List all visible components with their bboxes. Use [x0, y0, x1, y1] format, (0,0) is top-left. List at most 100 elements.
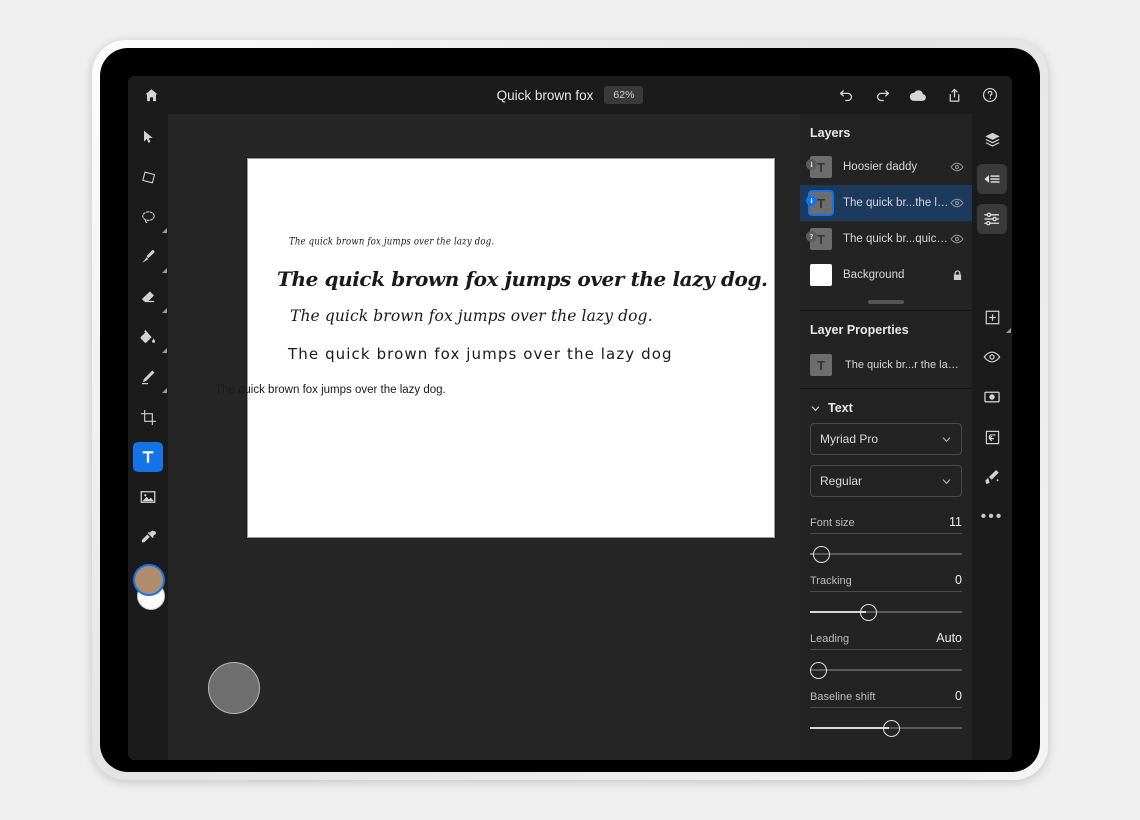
text-section-header[interactable]: Text	[800, 389, 972, 423]
lock-icon[interactable]	[951, 269, 964, 282]
tool-transform[interactable]	[133, 162, 163, 192]
submenu-corner-icon	[162, 268, 167, 273]
baseline-shift-label: Baseline shift	[810, 691, 875, 703]
brush-size-circle[interactable]	[208, 662, 260, 714]
rail-visibility[interactable]	[977, 342, 1007, 372]
color-swatches[interactable]	[131, 564, 165, 612]
slider-knob[interactable]	[860, 604, 877, 621]
paintbrush-icon	[139, 248, 157, 266]
layer-name: Background	[843, 269, 951, 281]
rail-effects[interactable]	[977, 462, 1007, 492]
share-button[interactable]	[938, 79, 970, 111]
baseline-shift-slider[interactable]	[810, 717, 962, 739]
mask-icon	[983, 388, 1001, 406]
tool-eraser[interactable]	[133, 282, 163, 312]
help-button[interactable]	[974, 79, 1006, 111]
foreground-color-swatch[interactable]	[133, 564, 165, 596]
top-bar: Quick brown fox 62%	[128, 76, 1012, 114]
tracking-label: Tracking	[810, 575, 852, 587]
layer-badge-icon: i	[806, 159, 817, 170]
font-family-select[interactable]: Myriad Pro	[810, 423, 962, 455]
document-canvas[interactable]: The quick brown fox jumps over the lazy …	[247, 158, 775, 538]
layer-thumbnail[interactable]	[810, 264, 832, 286]
tracking-slider[interactable]	[810, 601, 962, 623]
tool-select[interactable]	[133, 122, 163, 152]
rail-adjustments[interactable]	[977, 204, 1007, 234]
tool-place-image[interactable]	[133, 482, 163, 512]
slider-track	[810, 553, 962, 555]
rail-add-layer[interactable]	[977, 302, 1007, 332]
tool-eyedropper[interactable]	[133, 522, 163, 552]
right-icon-rail: •••	[972, 114, 1012, 760]
tablet-device-frame: Quick brown fox 62%	[92, 40, 1048, 780]
tool-clone-stamp[interactable]	[133, 362, 163, 392]
transform-quad-icon	[140, 169, 157, 186]
undo-icon	[838, 87, 855, 104]
layer-thumbnail[interactable]: T i	[810, 192, 832, 214]
slider-fill	[810, 727, 889, 729]
font-style-select[interactable]: Regular	[810, 465, 962, 497]
import-arrow-icon	[984, 429, 1001, 446]
layer-name: Hoosier daddy	[843, 161, 950, 173]
font-size-slider[interactable]	[810, 543, 962, 565]
zoom-level-chip[interactable]: 62%	[604, 86, 643, 104]
slider-knob[interactable]	[810, 662, 827, 679]
undo-button[interactable]	[830, 79, 862, 111]
rail-layers[interactable]	[977, 124, 1007, 154]
canvas-area[interactable]: The quick brown fox jumps over the lazy …	[168, 114, 800, 760]
eye-icon[interactable]	[950, 232, 964, 246]
leading-value[interactable]: Auto	[936, 631, 962, 645]
text-sample-5[interactable]: The quick brown fox jumps over the lazy …	[215, 384, 446, 396]
tool-fill[interactable]	[133, 322, 163, 352]
font-size-value[interactable]: 11	[949, 515, 962, 529]
top-bar-actions	[830, 76, 1006, 114]
layer-row[interactable]: Background	[800, 257, 972, 293]
rail-layer-properties[interactable]	[977, 164, 1007, 194]
tablet-bezel: Quick brown fox 62%	[100, 48, 1040, 772]
panel-resize-handle[interactable]	[868, 300, 904, 304]
redo-button[interactable]	[866, 79, 898, 111]
slider-knob[interactable]	[883, 720, 900, 737]
font-size-row: Font size 11	[810, 515, 962, 534]
layer-properties-row[interactable]: T The quick br...r the lazy dog.	[800, 346, 972, 388]
home-icon	[143, 87, 160, 104]
tool-lasso[interactable]	[133, 202, 163, 232]
layer-row[interactable]: T i Hoosier daddy	[800, 149, 972, 185]
chevron-down-icon	[941, 476, 952, 487]
home-button[interactable]	[128, 76, 174, 114]
layer-badge-icon: ?	[806, 231, 817, 242]
eye-icon[interactable]	[950, 196, 964, 210]
layer-thumbnail[interactable]: T	[810, 354, 832, 376]
clone-stamp-icon	[139, 368, 157, 386]
text-sample-4[interactable]: The quick brown fox jumps over the lazy …	[288, 345, 673, 363]
slider-knob[interactable]	[813, 546, 830, 563]
rail-mask[interactable]	[977, 382, 1007, 412]
tracking-value[interactable]: 0	[955, 573, 962, 587]
layer-thumbnail[interactable]: T i	[810, 156, 832, 178]
leading-slider[interactable]	[810, 659, 962, 681]
redo-icon	[874, 87, 891, 104]
chevron-down-icon	[941, 434, 952, 445]
cloud-sync-button[interactable]	[902, 79, 934, 111]
baseline-shift-value[interactable]: 0	[955, 689, 962, 703]
submenu-corner-icon	[162, 348, 167, 353]
tool-brush[interactable]	[133, 242, 163, 272]
help-circle-icon	[981, 86, 999, 104]
eye-icon[interactable]	[950, 160, 964, 174]
tool-crop[interactable]	[133, 402, 163, 432]
rail-import[interactable]	[977, 422, 1007, 452]
layer-row[interactable]: T ? The quick br...quick brown	[800, 221, 972, 257]
chevron-down-icon	[810, 403, 821, 414]
layer-thumbnail[interactable]: T ?	[810, 228, 832, 250]
submenu-corner-icon	[1006, 328, 1011, 333]
baseline-shift-row: Baseline shift 0	[810, 689, 962, 708]
cursor-arrow-icon	[140, 129, 156, 145]
text-sample-1[interactable]: The quick brown fox jumps over the lazy …	[289, 236, 494, 249]
rail-more[interactable]: •••	[977, 502, 1007, 532]
layer-row[interactable]: T i The quick br...the lazy dog.	[800, 185, 972, 221]
tool-text[interactable]	[133, 442, 163, 472]
text-sample-3[interactable]: The quick brown fox jumps over the lazy …	[290, 307, 653, 325]
cloud-icon	[908, 85, 928, 105]
text-sample-2[interactable]: The quick brown fox jumps over the lazy …	[277, 267, 768, 291]
font-style-value: Regular	[820, 474, 862, 488]
